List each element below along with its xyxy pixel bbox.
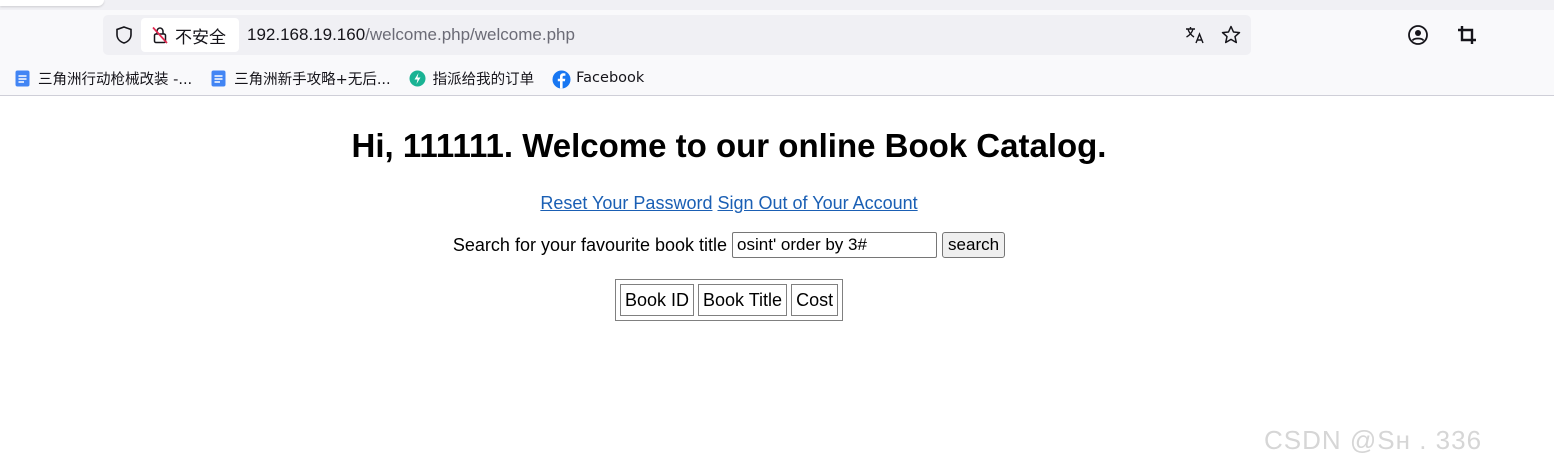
bookmark-item[interactable]: 三角洲新手攻略+无后...	[210, 66, 408, 90]
bookmark-item[interactable]: 三角洲行动枪械改装 -...	[14, 66, 210, 90]
active-tab-edge[interactable]	[0, 0, 104, 6]
username: 111111	[402, 127, 504, 164]
bookmark-label: 指派给我的订单	[432, 71, 535, 88]
account-links: Reset Your Password Sign Out of Your Acc…	[0, 193, 1458, 214]
account-icon[interactable]	[1406, 23, 1430, 47]
facebook-icon	[552, 70, 571, 88]
column-header-cost: Cost	[791, 284, 839, 316]
column-header-book-title: Book Title	[698, 284, 788, 316]
table-header-row: Book ID Book Title Cost	[620, 284, 839, 316]
bookmark-item[interactable]: 指派给我的订单	[409, 66, 553, 90]
column-header-book-id: Book ID	[620, 284, 695, 316]
search-label: Search for your favourite book title	[452, 234, 728, 255]
bookmark-label: 三角洲行动枪械改装 -...	[38, 71, 193, 88]
bookmark-star-icon[interactable]	[1219, 24, 1243, 46]
browser-toolbar: 不安全 192.168.19.160/welcome.php/welcome.p…	[0, 0, 1554, 96]
url-text[interactable]: 192.168.19.160/welcome.php/welcome.php	[247, 25, 575, 45]
search-form: Search for your favourite book title sea…	[0, 232, 1458, 258]
bookmark-item[interactable]: Facebook	[552, 66, 662, 90]
greeting-prefix: Hi,	[351, 127, 403, 164]
sign-out-link[interactable]: Sign Out of Your Account	[717, 193, 917, 213]
shield-icon[interactable]	[113, 24, 135, 46]
address-bar[interactable]: 不安全 192.168.19.160/welcome.php/welcome.p…	[103, 15, 1251, 55]
url-path: /welcome.php/welcome.php	[365, 25, 575, 44]
watermark: CSDN @Sн . 336	[1264, 425, 1483, 455]
reset-password-link[interactable]: Reset Your Password	[540, 193, 712, 213]
bookmark-label: Facebook	[576, 70, 645, 86]
doc-icon	[210, 70, 227, 87]
book-table: Book ID Book Title Cost	[615, 279, 844, 321]
insecure-lock-icon	[150, 25, 170, 45]
page-title: Hi, 111111. Welcome to our online Book C…	[0, 127, 1458, 165]
security-indicator[interactable]: 不安全	[141, 18, 239, 52]
translate-icon[interactable]	[1183, 24, 1207, 46]
search-button[interactable]: search	[942, 232, 1006, 258]
search-input[interactable]	[732, 232, 938, 258]
bookmarks-bar: 三角洲行动枪械改装 -... 三角洲新手攻略+无后... 指派给我的订单 Fac…	[14, 66, 662, 90]
doc-icon	[14, 70, 31, 87]
page-content: Hi, 111111. Welcome to our online Book C…	[0, 97, 1554, 469]
security-label: 不安全	[175, 27, 226, 48]
bolt-icon	[409, 70, 426, 87]
tab-strip	[0, 0, 1554, 10]
url-host: 192.168.19.160	[247, 25, 366, 44]
crop-icon[interactable]	[1455, 23, 1479, 47]
bookmark-label: 三角洲新手攻略+无后...	[234, 71, 391, 88]
greeting-suffix: . Welcome to our online Book Catalog.	[503, 127, 1107, 164]
